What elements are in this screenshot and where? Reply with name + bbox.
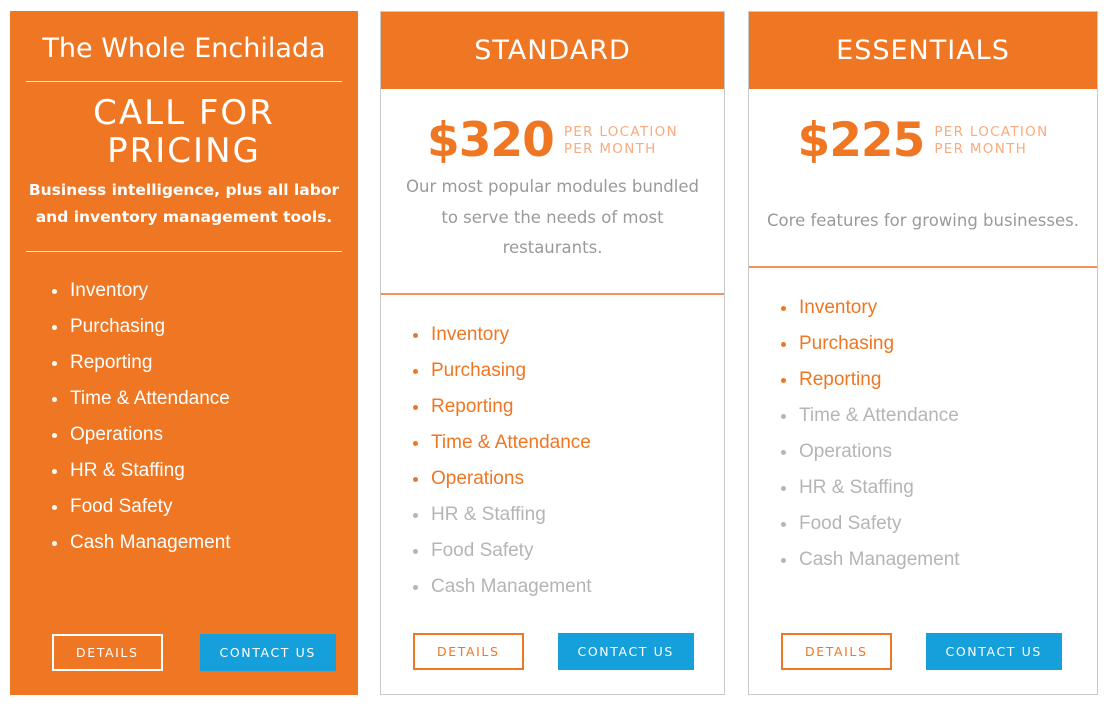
price-block: $225 PER LOCATION PER MONTH xyxy=(749,89,1097,164)
list-item: HR & Staffing xyxy=(48,461,358,480)
contact-us-button[interactable]: CONTACT US xyxy=(199,634,336,671)
list-item: Operations xyxy=(409,469,724,488)
list-item: Time & Attendance xyxy=(409,433,724,452)
list-item: Cash Management xyxy=(409,577,724,596)
pricing-table: The Whole Enchilada CALL FOR PRICING Bus… xyxy=(0,0,1108,710)
contact-us-button[interactable]: CONTACT US xyxy=(925,633,1062,670)
list-item: Cash Management xyxy=(48,533,358,552)
pricing-card-whole-enchilada: The Whole Enchilada CALL FOR PRICING Bus… xyxy=(10,11,358,695)
list-item: Inventory xyxy=(48,281,358,300)
list-item: HR & Staffing xyxy=(777,478,1097,497)
feature-list: Inventory Purchasing Reporting Time & At… xyxy=(10,252,358,569)
list-item: Inventory xyxy=(777,298,1097,317)
list-item: Food Safety xyxy=(409,541,724,560)
details-button[interactable]: DETAILS xyxy=(413,633,524,670)
list-item: Reporting xyxy=(409,397,724,416)
price-callout: CALL FOR PRICING xyxy=(93,93,275,172)
list-item: Time & Attendance xyxy=(48,389,358,408)
list-item: Operations xyxy=(777,442,1097,461)
details-button[interactable]: DETAILS xyxy=(781,633,892,670)
details-button[interactable]: DETAILS xyxy=(52,634,163,671)
list-item: Purchasing xyxy=(409,361,724,380)
plan-title: ESSENTIALS xyxy=(749,12,1097,89)
list-item: Reporting xyxy=(48,353,358,372)
card-actions: DETAILS CONTACT US xyxy=(381,633,724,694)
feature-list: Inventory Purchasing Reporting Time & At… xyxy=(749,268,1097,586)
list-item: Purchasing xyxy=(48,317,358,336)
list-item: Cash Management xyxy=(777,550,1097,569)
price-unit: PER LOCATION PER MONTH xyxy=(934,124,1049,157)
contact-us-button[interactable]: CONTACT US xyxy=(557,633,694,670)
price-amount: $320 xyxy=(427,113,555,168)
pricing-card-essentials: ESSENTIALS $225 PER LOCATION PER MONTH C… xyxy=(748,11,1098,695)
card-actions: DETAILS CONTACT US xyxy=(10,634,358,695)
plan-title: The Whole Enchilada xyxy=(42,33,326,64)
list-item: Inventory xyxy=(409,325,724,344)
pricing-card-standard: STANDARD $320 PER LOCATION PER MONTH Our… xyxy=(380,11,725,695)
feature-list: Inventory Purchasing Reporting Time & At… xyxy=(381,295,724,613)
list-item: Food Safety xyxy=(48,497,358,516)
plan-description: Business intelligence, plus all labor an… xyxy=(28,180,340,226)
list-item: Reporting xyxy=(777,370,1097,389)
price-block: $320 PER LOCATION PER MONTH xyxy=(381,89,724,164)
list-item: Purchasing xyxy=(777,334,1097,353)
plan-title: STANDARD xyxy=(381,12,724,89)
card-actions: DETAILS CONTACT US xyxy=(749,633,1097,694)
list-item: Operations xyxy=(48,425,358,444)
plan-description: Our most popular modules bundled to serv… xyxy=(406,177,699,258)
plan-description: Core features for growing businesses. xyxy=(767,211,1079,230)
price-amount: $225 xyxy=(797,113,926,168)
list-item: HR & Staffing xyxy=(409,505,724,524)
price-unit: PER LOCATION PER MONTH xyxy=(563,124,678,157)
list-item: Time & Attendance xyxy=(777,406,1097,425)
list-item: Food Safety xyxy=(777,514,1097,533)
